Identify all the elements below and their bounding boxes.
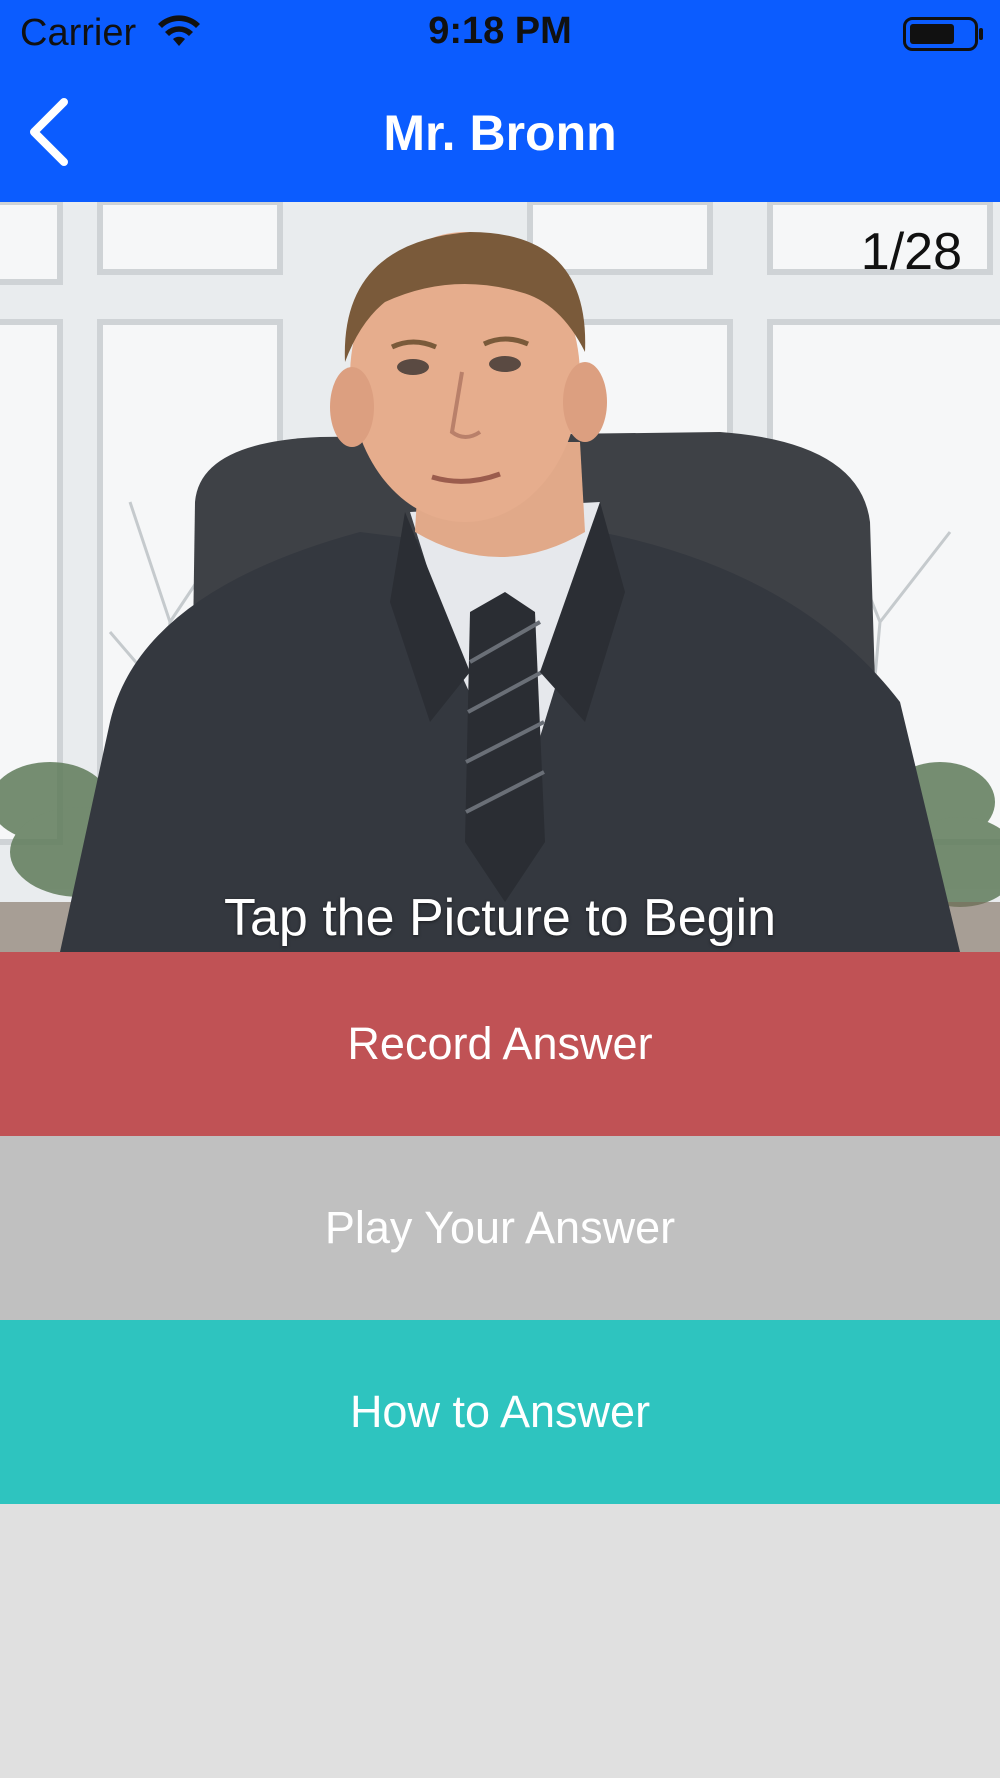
record-answer-button[interactable]: Record Answer bbox=[0, 952, 1000, 1136]
how-to-answer-label: How to Answer bbox=[349, 1386, 651, 1437]
how-to-answer-button[interactable]: How to Answer bbox=[0, 1320, 1000, 1504]
record-answer-label: Record Answer bbox=[347, 1018, 653, 1069]
app-screen: Carrier 9:18 PM Mr. Bronn 1/28 Tap the P… bbox=[0, 0, 1000, 1778]
empty-area bbox=[0, 1504, 1000, 1778]
play-answer-label: Play Your Answer bbox=[324, 1202, 676, 1253]
status-time: 9:18 PM bbox=[428, 10, 572, 52]
navigation-bar: Mr. Bronn bbox=[0, 66, 1000, 202]
header: Carrier 9:18 PM Mr. Bronn bbox=[0, 0, 1000, 202]
page-title: Mr. Bronn bbox=[383, 105, 617, 161]
status-bar: Carrier 9:18 PM bbox=[0, 0, 1000, 66]
question-counter: 1/28 bbox=[860, 223, 962, 281]
interviewer-illustration bbox=[0, 202, 1000, 952]
battery-icon bbox=[903, 17, 983, 51]
tap-to-begin-caption: Tap the Picture to Begin bbox=[223, 889, 777, 947]
play-answer-button[interactable]: Play Your Answer bbox=[0, 1136, 1000, 1320]
interviewer-picture[interactable]: 1/28 Tap the Picture to Begin bbox=[0, 202, 1000, 952]
